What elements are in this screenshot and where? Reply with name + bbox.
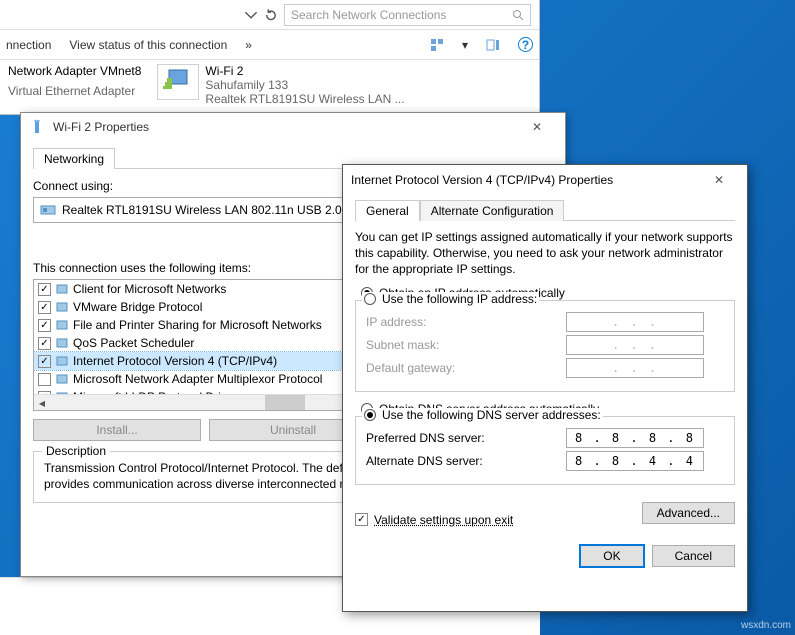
ip-address-label: IP address: [366,315,566,329]
checkbox-icon[interactable]: ✓ [38,337,51,350]
watermark: wsxdn.com [741,620,791,631]
command-bar: nnection View status of this connection … [0,30,539,60]
gateway-label: Default gateway: [366,361,566,375]
preview-icon[interactable] [486,38,500,52]
scroll-thumb[interactable] [265,395,305,410]
chevron-down-icon[interactable] [244,8,258,22]
alternate-dns-label: Alternate DNS server: [366,454,566,468]
refresh-icon[interactable] [264,8,278,22]
gateway-input: . . . [566,358,704,378]
checkbox-icon[interactable]: ✓ [38,283,51,296]
network-card-icon [40,203,56,217]
tab-networking[interactable]: Networking [33,148,115,169]
wifi-icon [29,119,45,135]
scroll-left-icon[interactable]: ◀ [34,395,50,411]
chevron-down-icon[interactable]: ▾ [462,38,468,52]
radio-label: Use the following IP address: [382,292,537,306]
network-icon [157,64,199,100]
radio-icon [364,409,376,421]
description-label: Description [42,444,110,458]
subnet-input: . . . [566,335,704,355]
item-label: Internet Protocol Version 4 (TCP/IPv4) [73,354,277,368]
dialog-title: Internet Protocol Version 4 (TCP/IPv4) P… [351,173,699,187]
install-button[interactable]: Install... [33,419,201,441]
cancel-button[interactable]: Cancel [652,545,735,567]
checkbox-icon[interactable]: ✓ [38,355,51,368]
checkbox-label: Validate settings upon exit [374,513,513,527]
network-connections-window: Search Network Connections nnection View… [0,0,540,115]
search-placeholder: Search Network Connections [291,8,446,22]
component-icon [55,318,69,332]
tab-general[interactable]: General [355,200,420,221]
search-input[interactable]: Search Network Connections [284,4,531,26]
dialog-title: Wi-Fi 2 Properties [53,120,509,134]
item-label: File and Printer Sharing for Microsoft N… [73,318,322,332]
close-button[interactable]: ✕ [699,166,739,194]
cmd-connection[interactable]: nnection [6,38,51,52]
adapter-device: Realtek RTL8191SU Wireless LAN ... [205,92,404,106]
advanced-button[interactable]: Advanced... [642,502,735,524]
use-ip-radio[interactable]: Use the following IP address: [362,292,539,306]
chevron-down-icon[interactable]: » [245,38,252,52]
subnet-label: Subnet mask: [366,338,566,352]
ip-fieldset: Use the following IP address: IP address… [355,300,735,392]
search-icon [512,9,524,21]
validate-checkbox[interactable]: ✓ Validate settings upon exit [355,513,513,527]
radio-label: Use the following DNS server addresses: [382,408,601,422]
component-icon [55,282,69,296]
preferred-dns-input[interactable]: 8 . 8 . 8 . 8 [566,428,704,448]
help-icon[interactable]: ? [518,37,533,52]
component-icon [55,372,69,386]
component-icon [55,354,69,368]
tab-alternate[interactable]: Alternate Configuration [420,200,565,221]
item-label: Client for Microsoft Networks [73,282,226,296]
adapter-ssid: Sahufamily 133 [205,78,404,92]
description-text: You can get IP settings assigned automat… [355,229,735,278]
component-icon [55,336,69,350]
checkbox-icon[interactable] [38,373,51,386]
item-label: Microsoft Network Adapter Multiplexor Pr… [73,372,322,386]
ok-button[interactable]: OK [580,545,643,567]
address-bar: Search Network Connections [0,0,539,30]
ip-address-input: . . . [566,312,704,332]
close-button[interactable]: ✕ [517,113,557,141]
ipv4-properties-dialog: Internet Protocol Version 4 (TCP/IPv4) P… [342,164,748,612]
preferred-dns-label: Preferred DNS server: [366,431,566,445]
checkbox-icon: ✓ [355,513,368,526]
adapter-name: Wi-Fi 2 [205,64,404,78]
component-icon [55,300,69,314]
adapter-item-vmnet8[interactable]: Network Adapter VMnet8 Virtual Ethernet … [8,64,141,106]
view-icon[interactable] [430,38,444,52]
dns-fieldset: Use the following DNS server addresses: … [355,416,735,485]
adapter-item-wifi2[interactable]: Wi-Fi 2 Sahufamily 133 Realtek RTL8191SU… [157,64,404,106]
adapter-name: Realtek RTL8191SU Wireless LAN 802.11n U… [62,203,360,217]
radio-icon [364,293,376,305]
adapter-name: Network Adapter VMnet8 [8,64,141,78]
checkbox-icon[interactable]: ✓ [38,319,51,332]
checkbox-icon[interactable]: ✓ [38,301,51,314]
adapter-sub: Virtual Ethernet Adapter [8,84,141,98]
cmd-view-status[interactable]: View status of this connection [69,38,227,52]
alternate-dns-input[interactable]: 8 . 8 . 4 . 4 [566,451,704,471]
item-label: QoS Packet Scheduler [73,336,194,350]
item-label: VMware Bridge Protocol [73,300,202,314]
use-dns-radio[interactable]: Use the following DNS server addresses: [362,408,603,422]
